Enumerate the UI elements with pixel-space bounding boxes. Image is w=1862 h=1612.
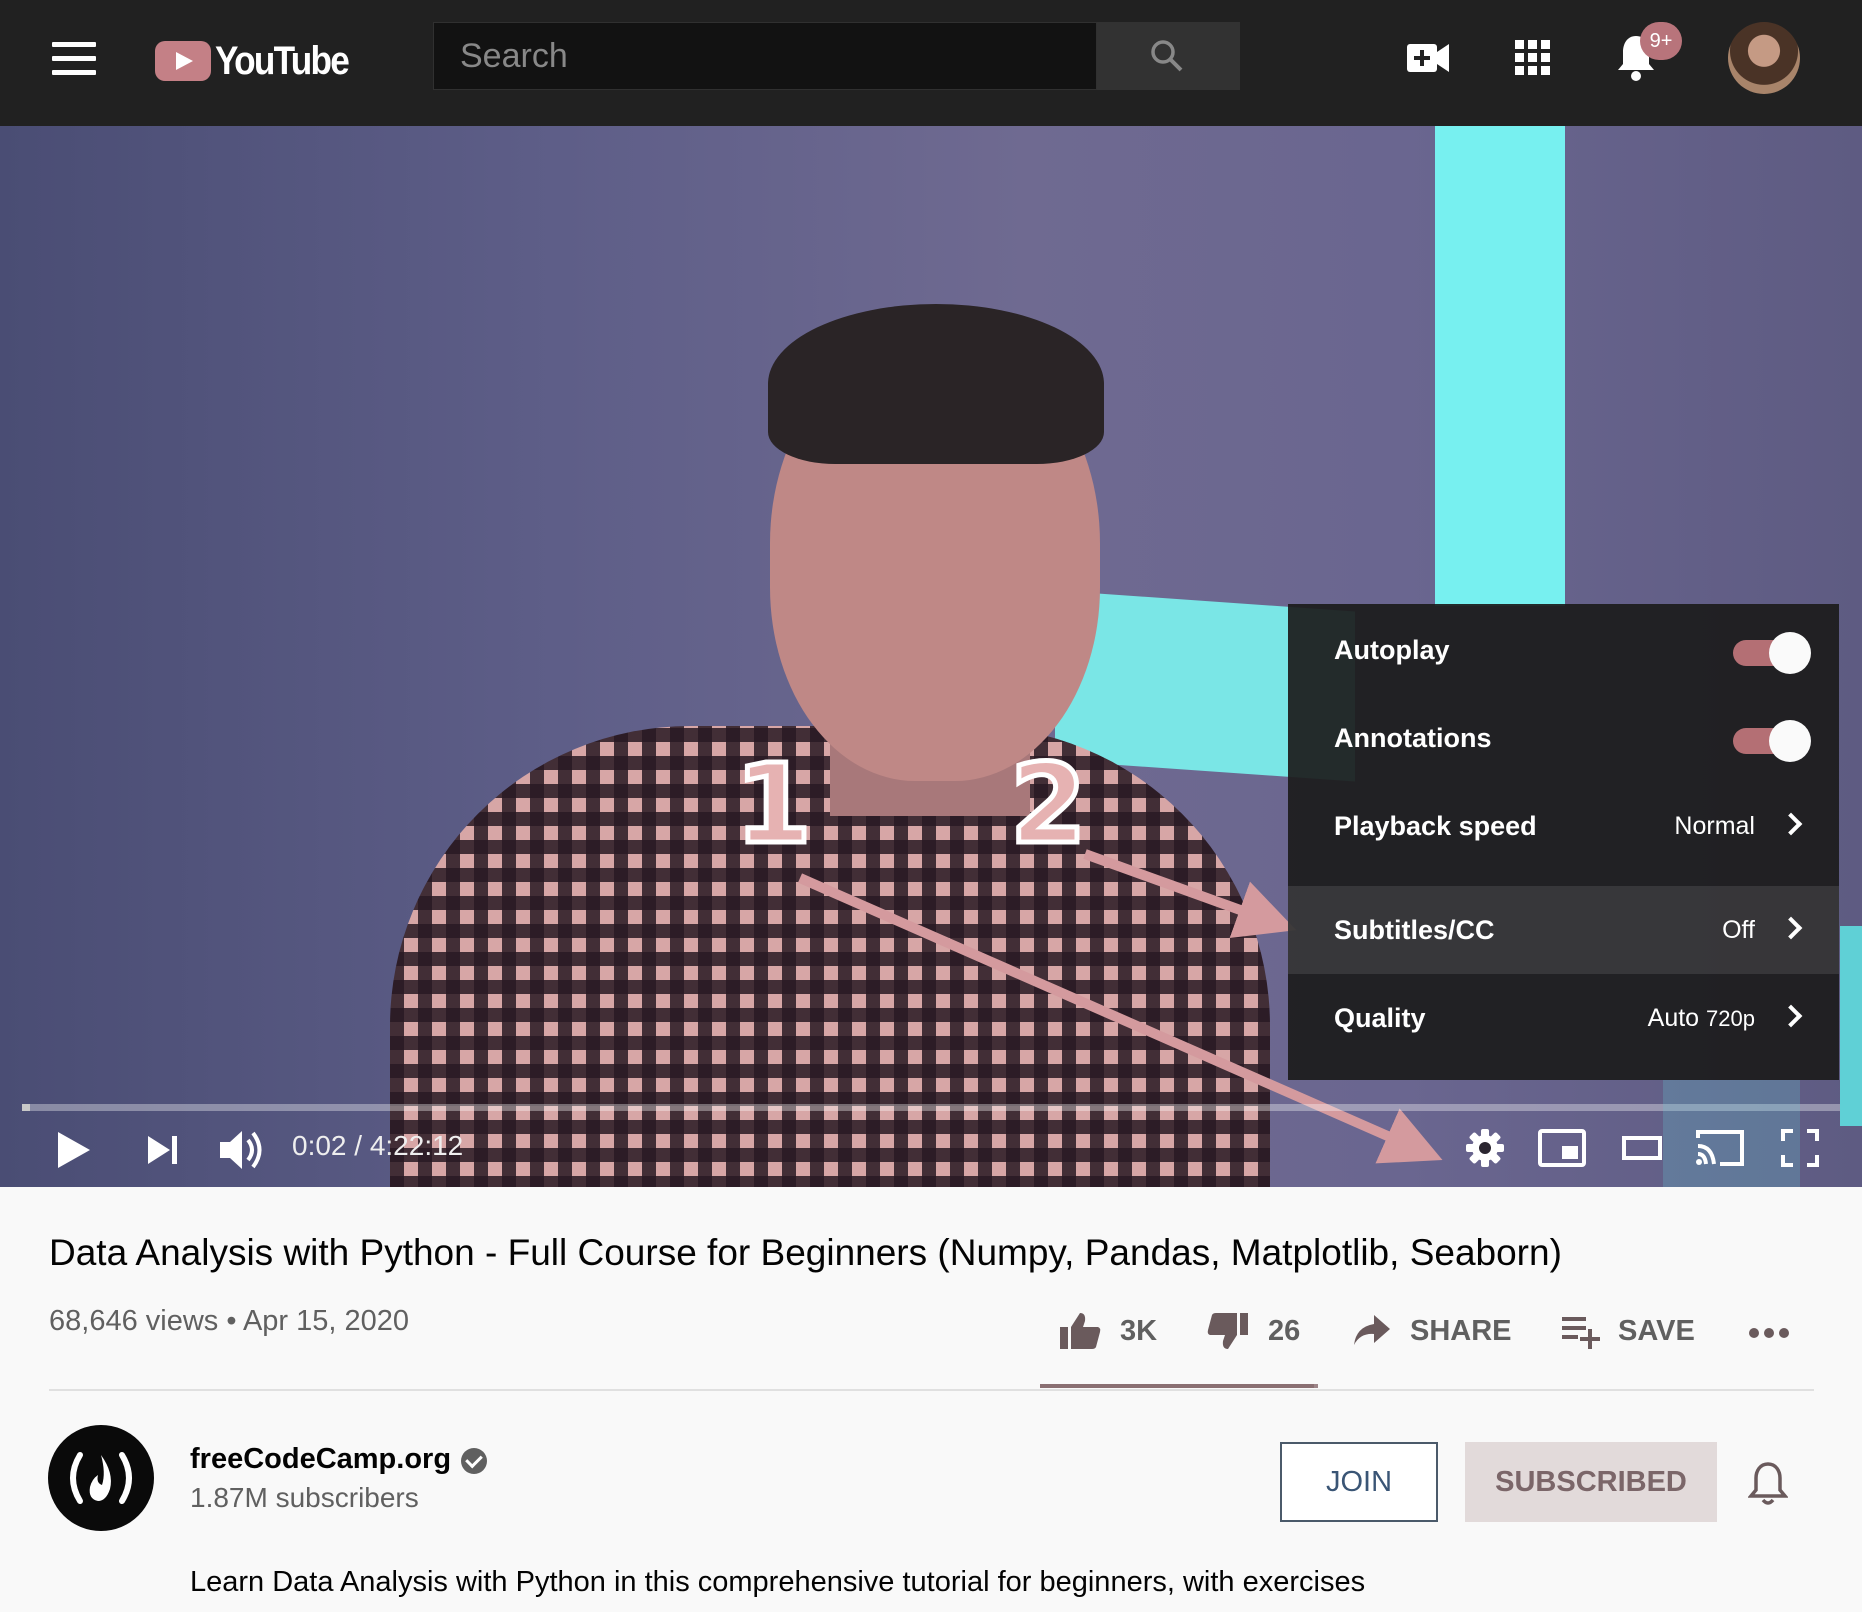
playback-speed-value: Normal — [1674, 812, 1755, 840]
like-ratio-fill — [1040, 1384, 1314, 1388]
annotations-toggle-knob — [1769, 720, 1811, 762]
settings-gear-icon[interactable] — [1465, 1128, 1505, 1168]
dislike-count: 26 — [1268, 1314, 1301, 1347]
channel-avatar[interactable] — [48, 1425, 154, 1531]
chevron-right-icon — [1779, 1004, 1803, 1028]
save-button[interactable]: SAVE — [1560, 1306, 1695, 1356]
annotations-label: Annotations — [1334, 723, 1492, 753]
quality-resolution: 720p — [1706, 1006, 1755, 1031]
like-count: 3K — [1120, 1314, 1158, 1347]
thumbs-up-icon — [1060, 1313, 1101, 1349]
notification-preferences-bell-icon[interactable] — [1748, 1460, 1788, 1506]
progress-bar-fill — [22, 1104, 30, 1111]
join-button[interactable]: JOIN — [1280, 1442, 1438, 1522]
subtitles-value: Off — [1722, 916, 1755, 944]
chevron-right-icon — [1779, 812, 1803, 836]
annotations-toggle[interactable] — [1733, 720, 1811, 762]
next-video-icon[interactable] — [146, 1134, 180, 1166]
verified-check-icon — [461, 1448, 487, 1474]
annotation-number-2: 2 — [1008, 738, 1090, 871]
dislike-button[interactable]: 26 — [1206, 1306, 1300, 1356]
quality-value: Auto 720p — [1648, 974, 1755, 1063]
volume-icon[interactable] — [218, 1128, 264, 1172]
menu-item-playback-speed[interactable]: Playback speed Normal — [1288, 782, 1839, 870]
video-description: Learn Data Analysis with Python in this … — [190, 1566, 1366, 1598]
quality-label: Quality — [1334, 1003, 1426, 1033]
like-button[interactable]: 3K — [1058, 1306, 1157, 1356]
menu-item-quality[interactable]: Quality Auto 720p — [1288, 974, 1839, 1062]
quality-mode: Auto — [1647, 1004, 1700, 1032]
share-label: SHARE — [1410, 1314, 1512, 1347]
theater-mode-icon[interactable] — [1622, 1134, 1662, 1162]
share-button[interactable]: SHARE — [1352, 1306, 1512, 1356]
annotation-number-1: 1 — [733, 738, 815, 871]
progress-bar[interactable] — [22, 1104, 1840, 1111]
channel-name[interactable]: freeCodeCamp.org — [190, 1443, 451, 1476]
video-title: Data Analysis with Python - Full Course … — [49, 1232, 1562, 1273]
freecodecamp-flame-icon — [70, 1452, 132, 1504]
share-icon — [1354, 1315, 1390, 1345]
thumbs-down-icon — [1207, 1313, 1248, 1349]
save-label: SAVE — [1618, 1314, 1695, 1347]
subscriber-count: 1.87M subscribers — [190, 1482, 419, 1513]
time-display: 0:02 / 4:22:12 — [292, 1130, 464, 1161]
autoplay-label: Autoplay — [1334, 635, 1450, 665]
settings-menu: Autoplay Annotations Playback speed Norm… — [1288, 604, 1839, 1080]
menu-item-subtitles[interactable]: Subtitles/CC Off — [1288, 886, 1839, 974]
subscribed-button[interactable]: SUBSCRIBED — [1465, 1442, 1717, 1522]
autoplay-toggle[interactable] — [1733, 632, 1811, 674]
menu-item-annotations[interactable]: Annotations — [1288, 694, 1839, 782]
arrow-to-subtitles — [1083, 849, 1297, 939]
menu-item-autoplay[interactable]: Autoplay — [1288, 606, 1839, 694]
playlist-add-icon — [1562, 1317, 1600, 1349]
miniplayer-icon[interactable] — [1538, 1128, 1586, 1168]
playback-speed-label: Playback speed — [1334, 811, 1537, 841]
like-dislike-ratio-bar — [1040, 1384, 1318, 1388]
section-divider — [49, 1389, 1814, 1391]
play-icon[interactable] — [56, 1130, 92, 1170]
subtitles-label: Subtitles/CC — [1334, 915, 1495, 945]
cast-icon[interactable] — [1694, 1128, 1746, 1168]
more-actions-icon[interactable] — [1748, 1326, 1790, 1340]
autoplay-toggle-knob — [1769, 632, 1811, 674]
fullscreen-icon[interactable] — [1780, 1128, 1820, 1168]
chevron-right-icon — [1779, 916, 1803, 940]
views-and-date: 68,646 views • Apr 15, 2020 — [49, 1305, 410, 1337]
